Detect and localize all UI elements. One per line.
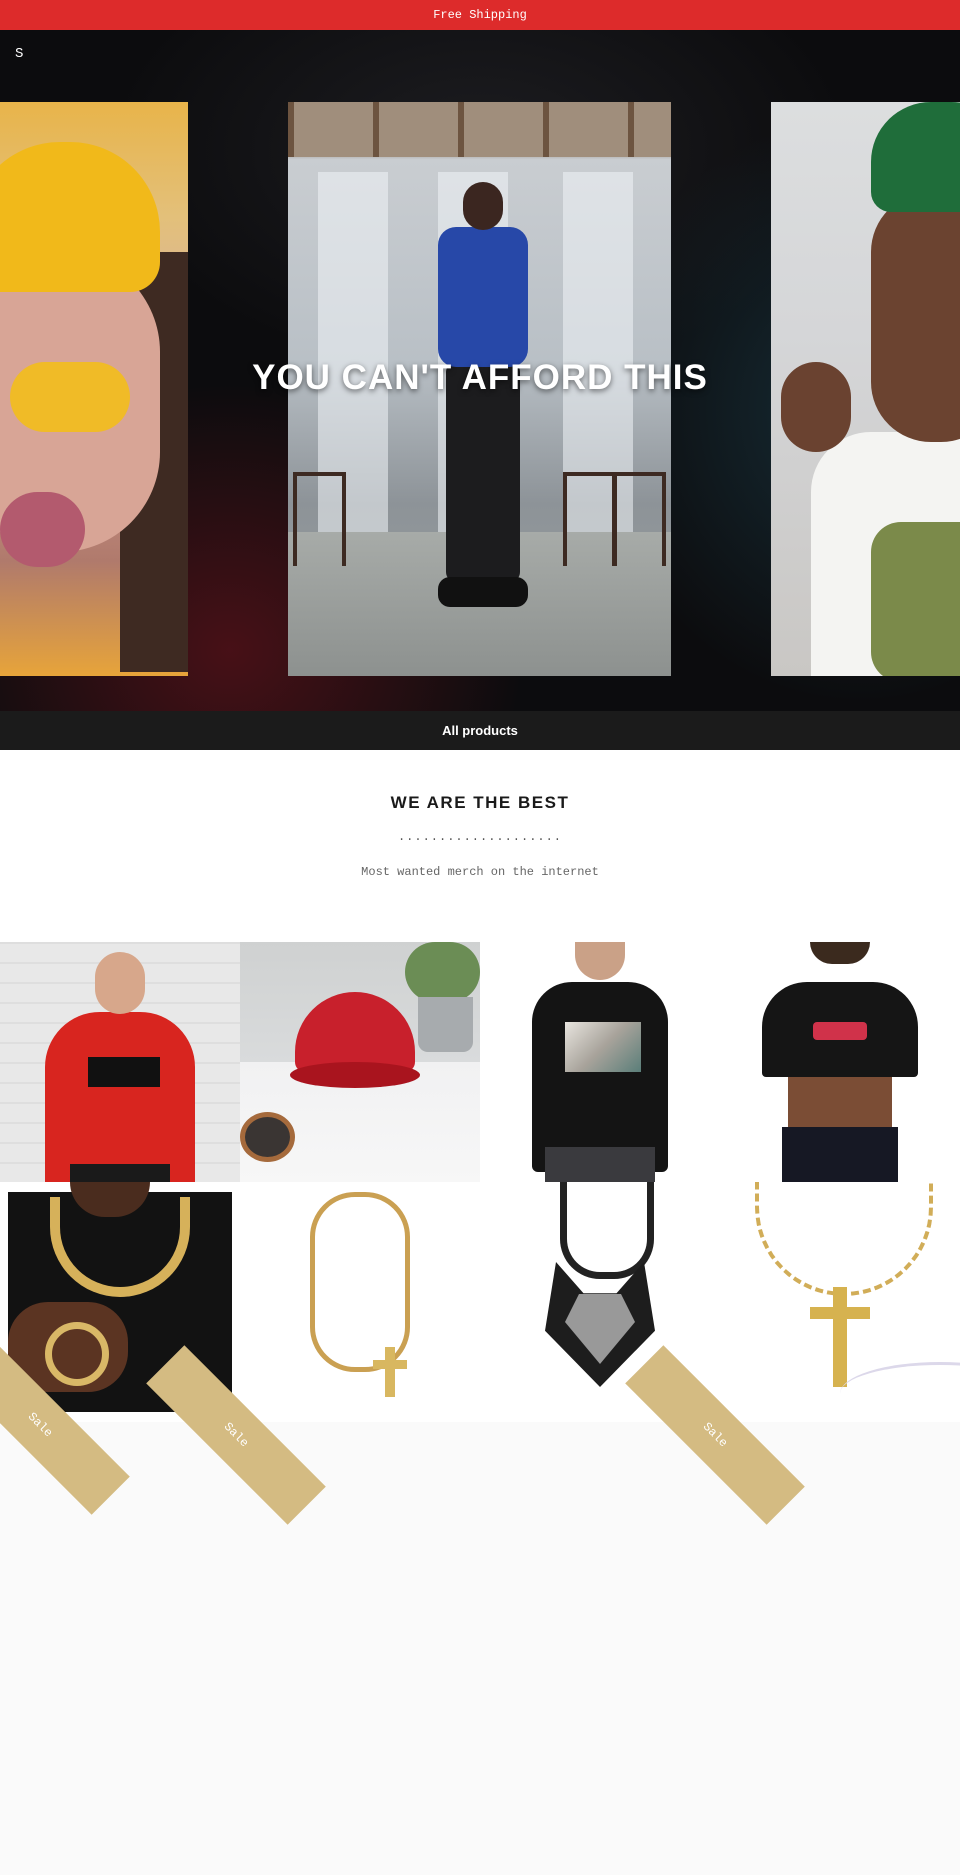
hero-banner: S YOU CAN'T AFFORD THIS: [0, 30, 960, 711]
section-divider: ....................: [397, 830, 563, 844]
site-logo[interactable]: S: [15, 46, 23, 62]
hero-heading: YOU CAN'T AFFORD THIS: [252, 358, 708, 397]
product-card-crucifix[interactable]: [720, 1182, 960, 1422]
product-card-red-hoodie[interactable]: [0, 942, 240, 1182]
product-grid: [0, 942, 960, 1423]
intro-section: WE ARE THE BEST .................... Mos…: [0, 750, 960, 942]
product-card-long-sleeve[interactable]: [480, 942, 720, 1182]
all-products-link[interactable]: All products: [0, 711, 960, 750]
announcement-bar: Free Shipping: [0, 0, 960, 30]
announcement-text: Free Shipping: [433, 8, 527, 22]
product-card-red-cap[interactable]: [240, 942, 480, 1182]
section-subtitle: Most wanted merch on the internet: [361, 865, 599, 879]
product-card-crop-tee[interactable]: [720, 942, 960, 1182]
section-title: WE ARE THE BEST: [390, 793, 570, 812]
product-card-cross-necklace[interactable]: [240, 1182, 480, 1422]
